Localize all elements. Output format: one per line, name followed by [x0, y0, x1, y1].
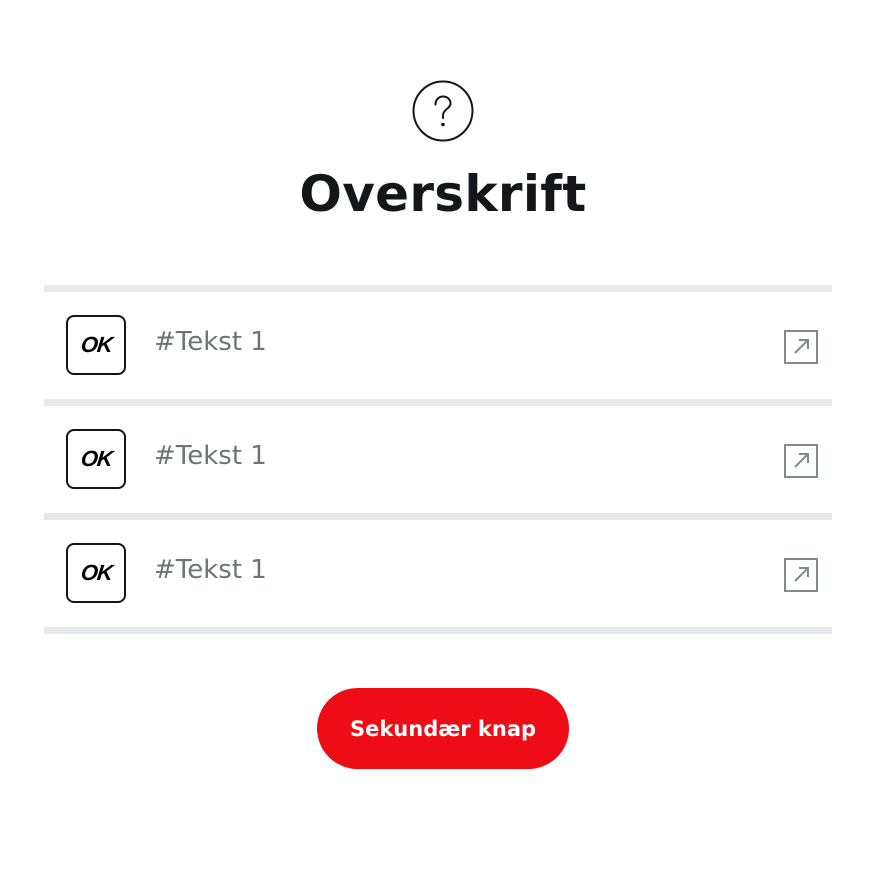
list-item-label: #Tekst 1	[154, 555, 267, 585]
ok-logo-text: OK	[79, 446, 113, 471]
list-item[interactable]: OK #Tekst 1	[44, 406, 832, 520]
list-item-label: #Tekst 1	[154, 441, 267, 471]
external-link-icon[interactable]	[784, 444, 818, 478]
list-item-label: #Tekst 1	[154, 327, 267, 357]
ok-logo-text: OK	[79, 332, 113, 357]
link-list: OK #Tekst 1 OK #Tekst 1 OK #Tekst 1	[44, 285, 832, 634]
list-item[interactable]: OK #Tekst 1	[44, 292, 832, 406]
ok-logo: OK	[66, 543, 126, 603]
ok-logo: OK	[66, 315, 126, 375]
question-mark-circle-icon[interactable]	[412, 80, 474, 142]
external-link-icon[interactable]	[784, 558, 818, 592]
secondary-button[interactable]: Sekundær knap	[317, 688, 569, 769]
list-item[interactable]: OK #Tekst 1	[44, 520, 832, 634]
page-title: Overskrift	[299, 165, 587, 223]
ok-logo-text: OK	[79, 560, 113, 585]
ok-logo: OK	[66, 429, 126, 489]
external-link-icon[interactable]	[784, 330, 818, 364]
